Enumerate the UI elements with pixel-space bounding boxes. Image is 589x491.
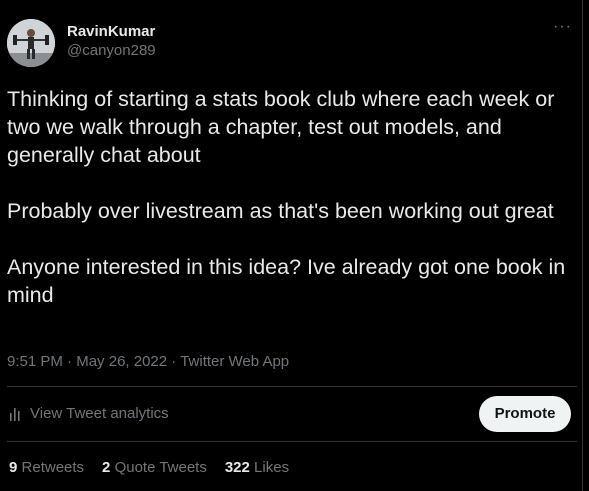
likes-stat[interactable]: 322 Likes (225, 458, 289, 478)
display-name[interactable]: RavinKumar (67, 23, 156, 41)
retweets-label: Retweets (21, 459, 85, 476)
analytics-row: View Tweet analytics Promote (7, 396, 577, 434)
tweet-metadata: 9:51 PM · May 26, 2022 · Twitter Web App (7, 352, 289, 372)
quote-label: Quote Tweets (114, 459, 207, 476)
retweets-stat[interactable]: 9 Retweets (9, 458, 84, 478)
quote-count: 2 (102, 459, 111, 476)
retweets-count: 9 (9, 459, 18, 476)
tweet-header: RavinKumar @canyon289 ··· (7, 19, 577, 71)
divider (7, 441, 577, 442)
tweet-detail: RavinKumar @canyon289 ··· Thinking of st… (0, 0, 583, 491)
tweet-time[interactable]: 9:51 PM (7, 353, 63, 370)
tweet-source[interactable]: Twitter Web App (180, 353, 289, 370)
view-analytics-link[interactable]: View Tweet analytics (9, 404, 169, 424)
more-horizontal-icon[interactable]: ··· (553, 19, 571, 39)
tweet-text: Thinking of starting a stats book club w… (7, 85, 577, 337)
meta-separator: · (62, 353, 77, 370)
bar-chart-icon (9, 407, 23, 421)
tweet-paragraph: Anyone interested in this idea? Ive alre… (7, 255, 566, 307)
meta-separator: · (167, 353, 181, 370)
tweet-paragraph: Probably over livestream as that's been … (7, 199, 554, 223)
promote-button[interactable]: Promote (479, 396, 571, 432)
user-info: RavinKumar @canyon289 (67, 23, 156, 61)
avatar[interactable] (7, 19, 55, 67)
divider (7, 386, 577, 387)
view-analytics-label: View Tweet analytics (30, 405, 169, 422)
tweet-date[interactable]: May 26, 2022 (76, 353, 167, 370)
likes-count: 322 (224, 459, 250, 476)
engagement-stats: 9 Retweets 2 Quote Tweets 322 Likes (9, 458, 289, 478)
quote-tweets-stat[interactable]: 2 Quote Tweets (102, 458, 207, 478)
likes-label: Likes (254, 459, 290, 476)
tweet-paragraph: Thinking of starting a stats book club w… (7, 87, 555, 167)
avatar-image (7, 19, 55, 67)
user-handle[interactable]: @canyon289 (67, 41, 156, 61)
scroll-edge (582, 0, 589, 491)
